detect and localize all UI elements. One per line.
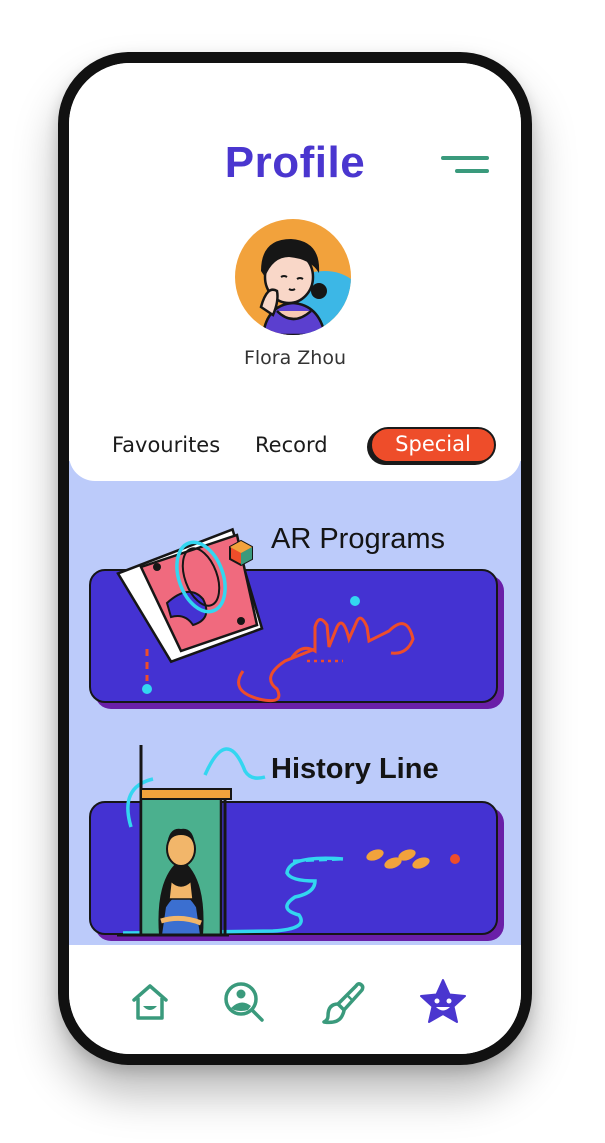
menu-icon: [441, 156, 489, 173]
tab-favourites[interactable]: Favourites: [112, 427, 220, 463]
nav-profile[interactable]: [416, 975, 470, 1029]
explore-icon: [224, 982, 264, 1022]
nav-create[interactable]: [317, 975, 371, 1029]
user-name: Flora Zhou: [243, 347, 347, 369]
avatar-illustration: [235, 219, 351, 335]
phone-frame: Profile Flora Zhou Favourites Record Spe…: [58, 52, 532, 1065]
nav-home[interactable]: [123, 975, 177, 1029]
ar-programs-card[interactable]: AR Programs: [89, 521, 506, 741]
bottom-nav: [69, 945, 521, 1054]
menu-button[interactable]: [441, 153, 489, 181]
profile-header: Profile Flora Zhou Favourites Record Spe…: [69, 63, 521, 481]
home-icon: [132, 984, 168, 1020]
brush-icon: [322, 982, 365, 1025]
screen: Profile Flora Zhou Favourites Record Spe…: [69, 63, 521, 1054]
nav-explore[interactable]: [217, 975, 271, 1029]
tab-record[interactable]: Record: [255, 427, 328, 463]
tab-special[interactable]: Special: [370, 427, 496, 463]
star-icon: [420, 979, 466, 1023]
avatar[interactable]: [235, 219, 351, 335]
ar-programs-title: AR Programs: [271, 523, 446, 555]
history-line-title: History Line: [271, 753, 439, 785]
history-line-card[interactable]: History Line: [89, 731, 506, 947]
